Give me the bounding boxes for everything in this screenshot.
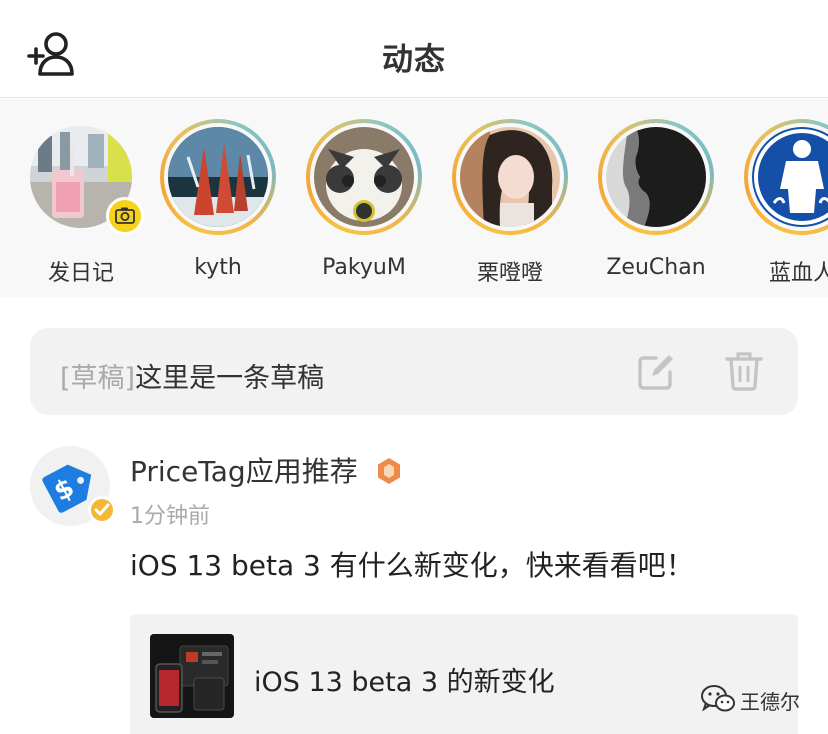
trash-icon[interactable] [724,350,764,392]
story-label: kyth [194,255,242,280]
top-navigation-bar: 动态 [0,0,828,98]
wechat-icon [701,685,735,712]
edit-icon[interactable] [636,352,676,392]
watermark-text: 王德尔 [740,690,800,714]
story-item-lanxueren[interactable]: 蓝血人 [737,119,828,289]
level-badge-icon [378,458,400,484]
post-timestamp: 1分钟前 [130,504,210,529]
verified-badge-icon [88,496,116,524]
story-item-zeuchan[interactable]: ZeuChan [591,119,721,289]
link-title: iOS 13 beta 3 的新变化 [254,667,555,698]
author-name[interactable]: PriceTag应用推荐 [130,450,358,490]
camera-icon[interactable] [106,197,144,235]
link-card[interactable]: iOS 13 beta 3 的新变化 [130,614,798,734]
story-label: 栗噔噔 [476,261,543,286]
draft-text: 这里是一条草稿 [135,363,325,394]
avatar [314,127,414,227]
story-item-lideng[interactable]: 栗噔噔 [445,119,575,289]
avatar [606,127,706,227]
story-label: PakyuM [322,255,406,280]
link-thumbnail [150,634,234,718]
story-item-pakyum[interactable]: PakyuM [299,119,429,289]
draft-bar[interactable]: [草稿]这里是一条草稿 [30,328,798,415]
story-item-write-diary[interactable]: 发日记 [16,119,146,289]
story-label: ZeuChan [606,255,706,280]
avatar [460,127,560,227]
story-label: 发日记 [47,261,114,286]
page-title: 动态 [382,42,446,78]
post-content: iOS 13 beta 3 有什么新变化，快来看看吧！ [130,549,694,582]
stories-strip[interactable]: 发日记 kyth PakyuM 栗噔噔 ZeuChan 蓝血人 [0,99,828,297]
story-label: 蓝血人 [768,261,828,286]
author-avatar[interactable]: $ [30,446,116,526]
avatar [168,127,268,227]
draft-tag: [草稿] [60,363,136,394]
story-item-kyth[interactable]: kyth [153,119,283,289]
